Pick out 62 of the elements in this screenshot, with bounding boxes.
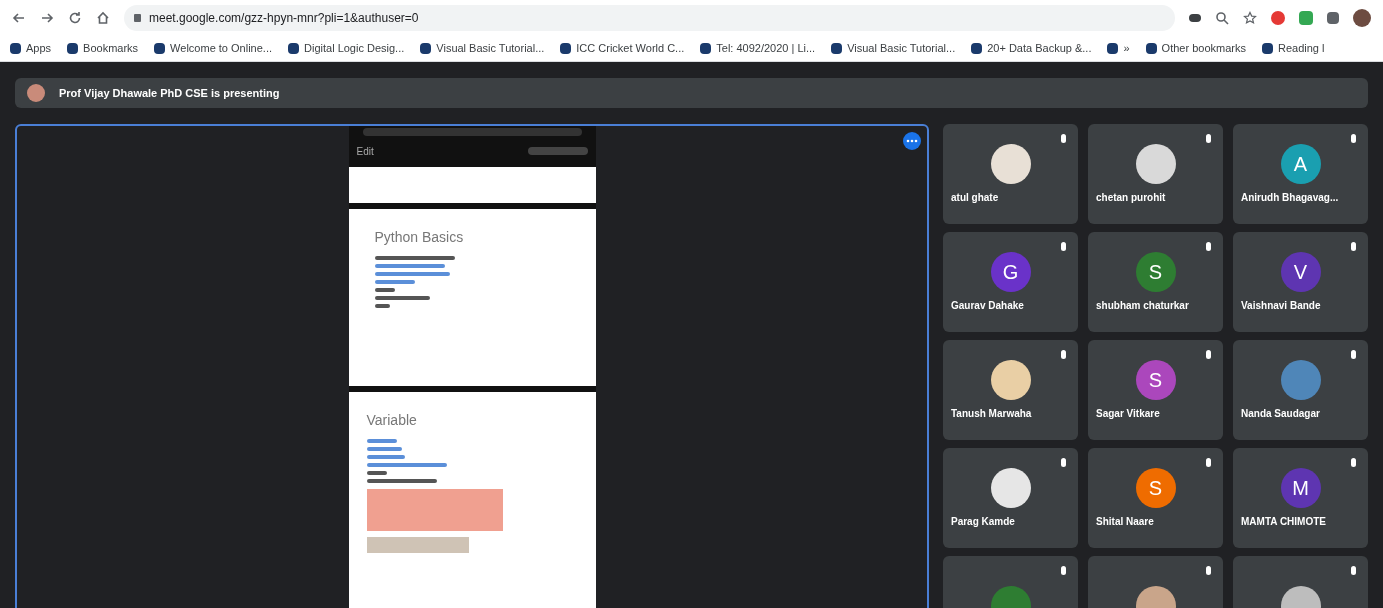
lock-icon	[134, 13, 141, 22]
participant-name: atul ghate	[950, 190, 999, 205]
address-bar[interactable]: meet.google.com/gzz-hpyn-mnr?pli=1&authuser=0	[124, 4, 1175, 31]
bookmark-favicon-icon	[831, 42, 843, 54]
bookmark-favicon-icon	[1261, 42, 1273, 54]
bookmark-link[interactable]: Apps	[10, 39, 52, 57]
bookmark-favicon-icon	[700, 42, 712, 54]
bookmark-favicon-icon	[1107, 42, 1119, 54]
app-title: Edit	[356, 144, 374, 159]
bookmark-link[interactable]: Visual Basic Tutorial...	[420, 39, 545, 57]
participant-name: shubham chaturkar	[1095, 298, 1189, 313]
participant-name: Sagar Vitkare	[1095, 406, 1160, 421]
participant-name: Shital Naare	[1095, 514, 1154, 529]
profile-avatar[interactable]	[1353, 8, 1371, 27]
avatar-letter: S	[1148, 259, 1163, 285]
bookmark-link[interactable]: Tel: 4092/2020 | Li...	[700, 39, 816, 57]
bookmark-favicon-icon	[10, 42, 21, 54]
bookmark-link[interactable]: 20+ Data Backup &...	[971, 39, 1092, 57]
bookmark-favicon-icon	[560, 42, 572, 54]
avatar-letter: A	[1293, 151, 1308, 177]
presenter-avatar	[27, 84, 45, 102]
bookmark-link[interactable]: Digital Logic Desig...	[288, 39, 405, 57]
avatar-letter: V	[1293, 259, 1308, 285]
extension-icon[interactable]	[1299, 10, 1313, 25]
slide-title: Python Basics	[374, 227, 465, 247]
bookmark-link[interactable]: Bookmarks	[67, 39, 139, 57]
toolbar-icons-drawing	[527, 147, 588, 156]
bookmark-link[interactable]: ICC Cricket World C...	[560, 39, 685, 57]
participant-name: Nanda Saudagar	[1240, 406, 1320, 421]
bookmark-favicon-icon	[1145, 42, 1157, 54]
bookmark-link[interactable]: Welcome to Online...	[154, 39, 272, 57]
participant-name: Anirudh Bhagavag...	[1240, 190, 1339, 205]
bookmark-favicon-icon	[67, 42, 79, 54]
participant-name: chetan purohit	[1095, 190, 1166, 205]
bookmark-link[interactable]: Other bookmarks	[1145, 39, 1246, 57]
search-icon[interactable]	[1215, 10, 1229, 25]
bookmark-favicon-icon	[288, 42, 299, 54]
reload-icon[interactable]	[68, 10, 82, 25]
back-arrow-icon[interactable]	[12, 10, 26, 25]
presenter-text: Prof Vijay Dhawale PhD CSE is presenting	[59, 85, 280, 101]
participant-name: Parag Kamde	[950, 514, 1015, 529]
participant-name: Tanush Marwaha	[950, 406, 1032, 421]
slide-title: Variable	[366, 411, 418, 431]
star-icon[interactable]	[1243, 10, 1257, 25]
forward-arrow-icon[interactable]	[40, 10, 54, 25]
bookmark-link[interactable]: Visual Basic Tutorial...	[831, 39, 956, 57]
bookmark-link[interactable]: »	[1107, 39, 1130, 57]
more-options-icon[interactable]	[903, 132, 921, 150]
avatar-letter: S	[1148, 475, 1163, 501]
bookmark-favicon-icon	[420, 42, 432, 54]
bookmark-favicon-icon	[154, 42, 166, 54]
avatar-letter: S	[1148, 367, 1163, 393]
participant-name: Vaishnavi Bande	[1240, 298, 1321, 313]
extension-icon[interactable]	[1271, 10, 1285, 25]
participant-name: Gaurav Dahake	[950, 298, 1024, 313]
url-text: meet.google.com/gzz-hpyn-mnr?pli=1&authuser=0	[149, 9, 419, 27]
avatar-letter: G	[1002, 259, 1019, 285]
avatar-letter: M	[1292, 475, 1309, 501]
participant-name: MAMTA CHIMOTE	[1240, 514, 1326, 529]
bookmark-favicon-icon	[971, 42, 983, 54]
bookmark-link[interactable]: Reading l	[1261, 39, 1325, 57]
home-icon[interactable]	[96, 10, 110, 25]
